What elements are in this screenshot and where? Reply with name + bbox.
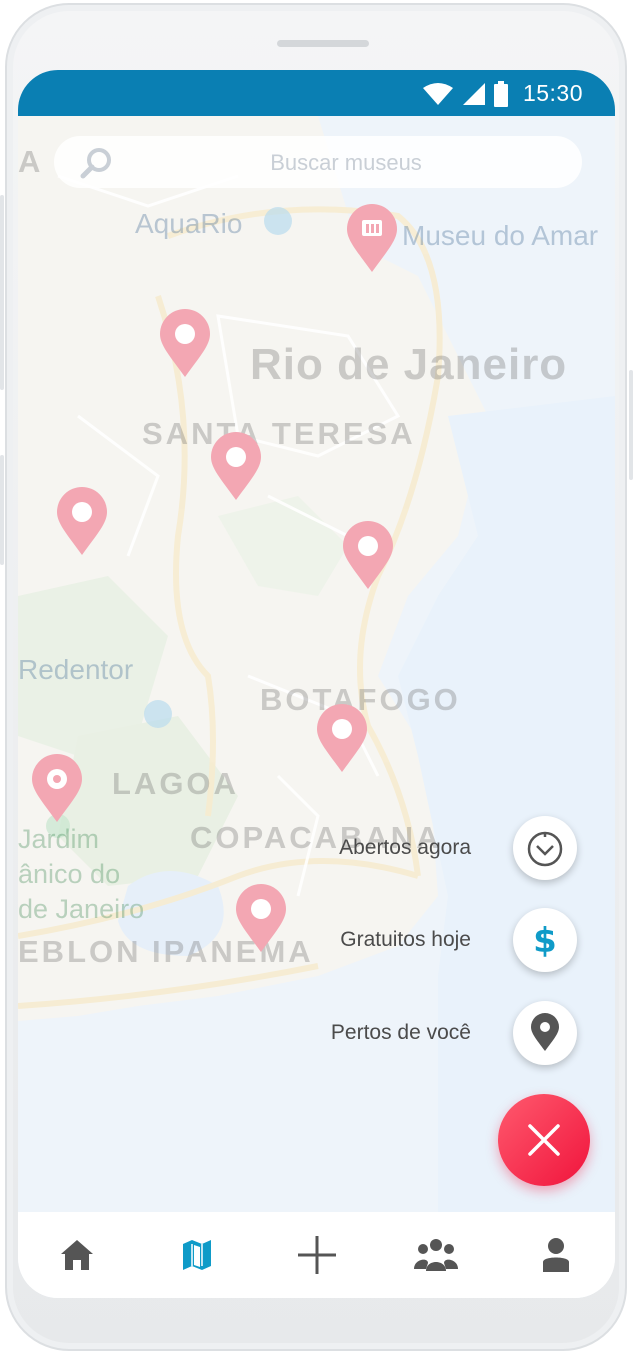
nav-home[interactable] xyxy=(52,1230,102,1280)
filter-open-now-label: Abertos agora xyxy=(339,836,471,859)
plus-icon xyxy=(297,1236,336,1274)
status-time: 15:30 xyxy=(522,80,583,106)
map-label-redentor: Redentor xyxy=(18,654,134,685)
map-label-leblon: EBLON xyxy=(18,934,142,969)
group-icon xyxy=(414,1239,459,1271)
museum-pin[interactable] xyxy=(56,487,108,557)
search-bar[interactable] xyxy=(54,136,582,190)
speaker-grille xyxy=(277,40,369,47)
filter-free-today-button[interactable]: $ xyxy=(513,908,577,972)
map-icon xyxy=(182,1240,211,1270)
nav-community[interactable] xyxy=(411,1230,461,1280)
clock-icon xyxy=(527,831,563,867)
filter-near-you-button[interactable] xyxy=(513,1001,577,1065)
battery-icon xyxy=(493,80,508,107)
location-pin-icon xyxy=(531,1013,559,1051)
map-label-museu-amanha: Museu do Amar xyxy=(402,220,599,251)
map-label-jardim-3: de Janeiro xyxy=(18,894,145,924)
filter-open-now[interactable]: Abertos agora xyxy=(339,816,577,880)
search-input[interactable] xyxy=(134,136,558,190)
museum-pin[interactable] xyxy=(316,704,368,774)
museum-pin[interactable] xyxy=(210,432,262,502)
museum-pin[interactable] xyxy=(342,521,394,591)
map-label-santa-teresa: SANTA TERESA xyxy=(142,416,416,451)
garden-pin[interactable] xyxy=(31,754,83,824)
svg-text:$: $ xyxy=(533,921,557,960)
map-label-jardim-2: ânico do xyxy=(18,859,121,889)
museum-pin[interactable] xyxy=(235,884,287,954)
filter-free-today-label: Gratuitos hoje xyxy=(340,928,471,951)
close-filters-button[interactable] xyxy=(498,1094,590,1186)
home-icon xyxy=(61,1240,93,1270)
bixby-button xyxy=(0,455,4,565)
nav-add[interactable] xyxy=(292,1230,342,1280)
cellular-signal-icon xyxy=(462,82,485,105)
nav-profile[interactable] xyxy=(531,1230,581,1280)
bottom-nav xyxy=(18,1212,615,1298)
volume-button xyxy=(0,195,4,390)
map-label-ipanema: IPANEMA xyxy=(152,934,314,969)
filter-near-you[interactable]: Pertos de você xyxy=(331,1001,577,1065)
museum-pin[interactable] xyxy=(346,204,398,274)
dollar-icon: $ xyxy=(533,921,557,960)
filter-near-you-label: Pertos de você xyxy=(330,1021,471,1044)
map-label-aquario: AquaRio xyxy=(135,208,243,239)
filter-open-now-button[interactable] xyxy=(513,816,577,880)
search-icon[interactable] xyxy=(80,146,114,180)
nav-map[interactable] xyxy=(172,1230,222,1280)
app-screen: 15:30 Rio de Janeiro SANTA TERESA BOTAFO… xyxy=(18,70,615,1298)
map-label-lagoa: LAGOA xyxy=(112,766,239,801)
user-icon xyxy=(543,1238,569,1272)
wifi-icon xyxy=(422,82,453,105)
power-button xyxy=(629,370,633,480)
museum-pin[interactable] xyxy=(159,309,211,379)
map-label-corner: A xyxy=(18,144,44,179)
status-bar: 15:30 xyxy=(18,70,615,116)
map-label-rio: Rio de Janeiro xyxy=(250,340,568,389)
filter-free-today[interactable]: Gratuitos hoje $ xyxy=(340,908,577,972)
close-icon xyxy=(528,1124,560,1156)
map-label-jardim-1: Jardim xyxy=(18,824,100,854)
